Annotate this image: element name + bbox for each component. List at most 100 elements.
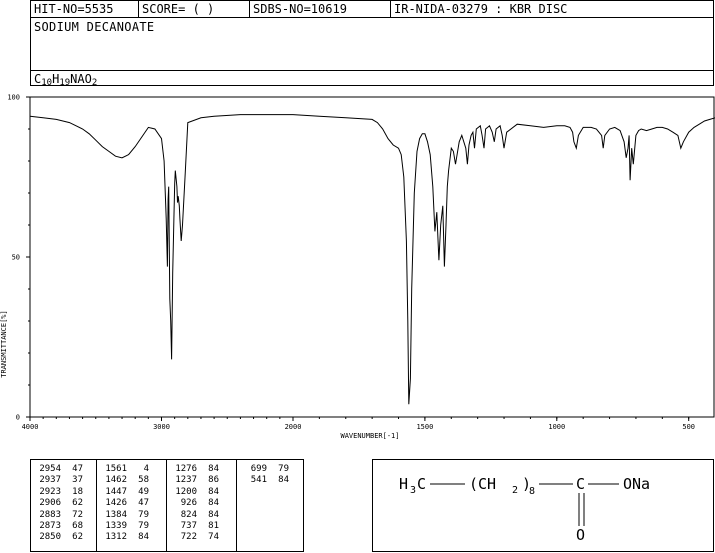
ch2-subscript: 2	[512, 485, 518, 496]
header-info-row: HIT-NO=5535 SCORE= ( ) SDBS-NO=10619 IR-…	[31, 1, 713, 18]
peak-row: 824 84	[167, 510, 236, 521]
peak-wavenumber: 2873	[39, 520, 61, 531]
peak-row: 2850 62	[31, 532, 96, 543]
peak-wavenumber: 824	[180, 509, 197, 520]
peak-table: 2954 47 2937 37 2923 18 2906 62 2883 72 2873 68 2850…	[30, 459, 304, 552]
peak-wavenumber: 737	[180, 520, 197, 531]
peak-wavenumber: 2937	[39, 475, 61, 486]
peak-transmittance: 84	[138, 532, 149, 543]
divider	[31, 70, 713, 71]
peak-transmittance: 4	[143, 464, 149, 474]
peak-transmittance: 74	[208, 532, 219, 543]
structure-diagram: H 3 C (CH 2 ) 8 C ONa O	[372, 459, 714, 552]
peak-row: 1462 58	[97, 475, 166, 486]
y-tick-label-0: 0	[16, 414, 20, 422]
peak-column: 699 79 541 84	[237, 460, 303, 551]
peak-wavenumber: 722	[180, 532, 197, 543]
peak-wavenumber: 1447	[105, 486, 127, 497]
peak-wavenumber: 1462	[105, 475, 127, 486]
peak-row: 541 84	[237, 475, 303, 486]
peak-wavenumber: 1237	[175, 475, 197, 486]
hit-number: HIT-NO=5535	[31, 1, 139, 17]
peak-transmittance: 62	[72, 532, 83, 543]
peak-wavenumber: 1561	[105, 464, 127, 474]
peak-row: 1447 49	[97, 487, 166, 498]
h3c-subscript: 3	[410, 485, 416, 496]
carbonyl-oxygen: O	[576, 526, 585, 544]
h3c-c: C	[417, 475, 426, 493]
formula-h-count: 19	[59, 78, 71, 88]
peak-wavenumber: 2906	[39, 498, 61, 509]
peak-wavenumber: 2850	[39, 532, 61, 543]
peak-wavenumber: 2954	[39, 464, 61, 474]
peak-row: 722 74	[167, 532, 236, 543]
peak-transmittance: 72	[72, 509, 83, 520]
molecular-formula: C10H19NAO2	[34, 72, 97, 88]
peak-wavenumber: 2923	[39, 486, 61, 497]
peak-row: 1561 4	[97, 464, 166, 475]
peak-row: 1276 84	[167, 464, 236, 475]
peak-transmittance: 84	[208, 464, 219, 474]
h3c-h: H	[399, 475, 408, 493]
peak-row: 1237 86	[167, 475, 236, 486]
formula-c-count: 10	[41, 78, 53, 88]
y-tick-label-50: 50	[12, 254, 20, 262]
peak-wavenumber: 1426	[105, 498, 127, 509]
y-axis-label: TRANSMITTANCE[%]	[0, 310, 8, 377]
x-tick-label-3000: 3000	[153, 423, 170, 431]
sdbs-number: SDBS-NO=10619	[250, 1, 391, 17]
peak-wavenumber: 1200	[175, 486, 197, 497]
peak-transmittance: 37	[72, 475, 83, 486]
spectrum-header: HIT-NO=5535 SCORE= ( ) SDBS-NO=10619 IR-…	[30, 0, 714, 88]
y-tick-label-100: 100	[7, 94, 20, 102]
peak-transmittance: 79	[278, 464, 289, 474]
formula-rest: NAO	[70, 72, 92, 86]
peak-transmittance: 84	[278, 475, 289, 486]
x-tick-label-1500: 1500	[416, 423, 433, 431]
peak-column: 2954 47 2937 37 2923 18 2906 62 2883 72 2873 68 2850…	[31, 460, 97, 551]
x-tick-label-2000: 2000	[285, 423, 302, 431]
peak-wavenumber: 699	[250, 464, 267, 474]
peak-transmittance: 47	[72, 464, 83, 474]
sodium-oxide: ONa	[623, 475, 650, 493]
peak-wavenumber: 1384	[105, 509, 127, 520]
peak-transmittance: 79	[138, 509, 149, 520]
formula-o-count: 2	[91, 78, 98, 88]
x-tick-label-500: 500	[682, 423, 695, 431]
peak-row: 2906 62	[31, 498, 96, 509]
x-tick-label-4000: 4000	[22, 423, 39, 431]
peak-row: 2883 72	[31, 510, 96, 521]
peak-row: 2923 18	[31, 487, 96, 498]
peak-row: 2873 68	[31, 521, 96, 532]
peak-transmittance: 18	[72, 486, 83, 497]
peak-wavenumber: 1339	[105, 520, 127, 531]
peak-wavenumber: 1312	[105, 532, 127, 543]
carbonyl-carbon: C	[576, 475, 585, 493]
peak-transmittance: 81	[208, 520, 219, 531]
peak-wavenumber: 541	[250, 475, 267, 486]
x-tick-label-1000: 1000	[548, 423, 565, 431]
peak-row: 1384 79	[97, 510, 166, 521]
score: SCORE= ( )	[139, 1, 250, 17]
peak-column: 1276 84 1237 86 1200 84 926 84 824 84 737 81 722 74	[167, 460, 237, 551]
peak-transmittance: 58	[138, 475, 149, 486]
peak-wavenumber: 1276	[175, 464, 197, 474]
peak-row: 1312 84	[97, 532, 166, 543]
peak-row: 1426 47	[97, 498, 166, 509]
ch2-group: (CH	[469, 475, 496, 493]
x-axis-label: WAVENUMBER[-1]	[340, 432, 399, 440]
peak-transmittance: 84	[208, 486, 219, 497]
repeat-count: 8	[529, 486, 535, 497]
peak-transmittance: 62	[72, 498, 83, 509]
ir-spectrum-chart: 4000 3000 2000 1500 1000 500100500 WAVENUMBER…	[0, 94, 715, 440]
peak-wavenumber: 926	[180, 498, 197, 509]
spectrum-line	[29, 114, 715, 405]
peak-row: 737 81	[167, 521, 236, 532]
plot-frame	[29, 96, 715, 418]
peak-row: 699 79	[237, 464, 303, 475]
ir-nida-sample: IR-NIDA-03279 : KBR DISC	[394, 2, 568, 16]
peak-column: 1561 4 1462 58 1447 49 1426 47 1384 79 1339 79 1312 8…	[97, 460, 167, 551]
peak-transmittance: 79	[138, 520, 149, 531]
peak-row: 2954 47	[31, 464, 96, 475]
peak-row: 2937 37	[31, 475, 96, 486]
